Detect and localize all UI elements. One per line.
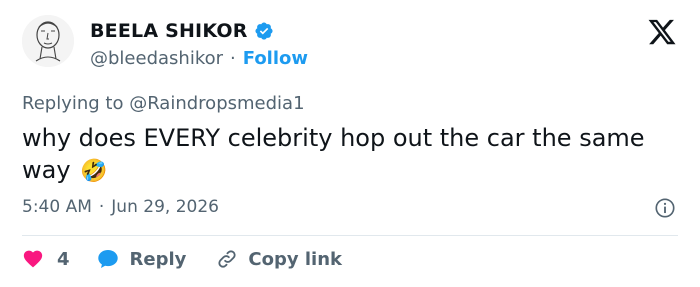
tweet-text: why does EVERY celebrity hop out the car… (22, 124, 645, 184)
follow-button[interactable]: Follow (243, 48, 308, 69)
info-icon[interactable] (654, 197, 676, 219)
reply-bubble-icon (97, 250, 118, 268)
divider (22, 235, 678, 236)
avatar[interactable] (22, 15, 74, 67)
verified-badge-icon (254, 21, 274, 41)
copy-link-label: Copy link (248, 248, 342, 270)
like-button[interactable]: 4 (22, 248, 96, 270)
rofl-emoji: 🤣 (80, 159, 108, 184)
author-name-row[interactable]: BEELA SHIKOR (90, 20, 274, 42)
meta-separator: · (98, 197, 105, 217)
like-count: 4 (57, 248, 70, 270)
author-name[interactable]: BEELA SHIKOR (90, 20, 248, 42)
author-handle[interactable]: @bleedashikor (90, 48, 223, 69)
reply-button[interactable]: Reply (96, 247, 217, 271)
tweet-time[interactable]: 5:40 AM (22, 197, 92, 217)
copy-link-button[interactable]: Copy link (216, 248, 342, 270)
tweet-date[interactable]: Jun 29, 2026 (111, 197, 219, 217)
tweet-meta[interactable]: 5:40 AM · Jun 29, 2026 (22, 197, 219, 217)
handle-separator: · (230, 48, 236, 69)
tweet-text-block: why does EVERY celebrity hop out the car… (22, 122, 662, 188)
x-logo-icon[interactable] (647, 17, 677, 47)
action-bar: 4 Reply Copy link (22, 247, 342, 271)
reply-label: Reply (129, 248, 187, 270)
heart-icon (23, 250, 43, 268)
replying-to[interactable]: Replying to @Raindropsmedia1 (22, 93, 305, 114)
link-icon (218, 250, 236, 268)
handle-row: @bleedashikor · Follow (90, 48, 308, 69)
